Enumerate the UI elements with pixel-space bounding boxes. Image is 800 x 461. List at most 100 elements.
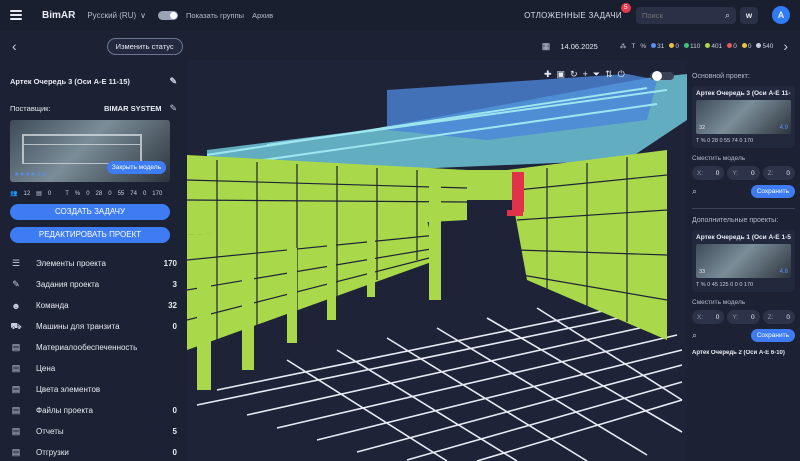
model-stats: ⁂ T % 31 0 110 401 0 0 540 [620, 42, 773, 50]
additional-project-title: Артек Очередь 1 (Оси А-Е 1-5) [696, 234, 791, 241]
document-icon: ▤ [11, 426, 21, 436]
menu-item-reports[interactable]: ▤ Отчеты 5 [10, 421, 177, 442]
menu-item-price[interactable]: ▤ Цена [10, 358, 177, 379]
filter-icon[interactable]: ⏷ [593, 69, 600, 80]
edit-icon[interactable]: ✎ [169, 76, 177, 87]
menu-item-files[interactable]: ▤ Файлы проекта 0 [10, 400, 177, 421]
rotate-icon[interactable]: ↻ [570, 69, 578, 80]
menu-item-team[interactable]: ☻ Команда 32 [10, 295, 177, 316]
deferred-tasks-link[interactable]: ОТЛОЖЕННЫЕ ЗАДАЧИ 5 [524, 2, 631, 20]
search-icon[interactable]: ⌕ [692, 330, 697, 341]
additional-project-card[interactable]: Артек Очередь 1 (Оси А-Е 1-5) 33 4.8 T %… [692, 230, 795, 292]
menu-item-colors[interactable]: ▤ Цвета элементов [10, 379, 177, 400]
shift-inputs: X: 0 Y: 0 Z: 0 [692, 166, 795, 180]
chevron-left-icon[interactable]: ‹ [12, 38, 17, 54]
truck-icon: ⛟ [10, 320, 22, 331]
floor-grid [196, 299, 683, 461]
stat-item: 31 [651, 42, 664, 50]
viewport-toggle[interactable] [650, 71, 674, 81]
supplier-value: BIMAR SYSTEM [103, 104, 162, 113]
viewport-toolbar: ✚ ▣ ↻ + ⏷ ⇅ ⏻ [544, 69, 625, 80]
main-project-score: 4.9 [779, 125, 788, 131]
create-task-button[interactable]: СОЗДАТЬ ЗАДАЧУ [10, 204, 170, 220]
t-label: T [631, 42, 636, 50]
main-project-card[interactable]: Артек Очередь 3 (Оси А-Е 11-15) 32 4.9 T… [692, 86, 795, 148]
edit-icon[interactable]: ✎ [169, 103, 177, 114]
project-title-row: Артек Очередь 3 (Оси А-Е 11-15) ✎ [10, 76, 177, 87]
stat-item: 0 [741, 42, 751, 50]
document-icon: ▤ [11, 363, 21, 373]
menu-item-transit[interactable]: ⛟ Машины для транзита 0 [10, 316, 177, 337]
main-project-label: Основной проект: [692, 73, 750, 80]
z-input[interactable]: Z: 0 [762, 310, 795, 324]
additional-project-title[interactable]: Артек Очередь 2 (Оси А-Е 6-10) [692, 350, 795, 356]
chevron-right-icon[interactable]: › [783, 38, 788, 54]
pencil-icon: ✎ [12, 279, 20, 289]
main-project-stats: T % 0 28 0 55 74 0 170 [696, 138, 754, 144]
menu-item-elements[interactable]: ☰ Элементы проекта 170 [10, 253, 177, 274]
search-icon[interactable]: ⌕ [725, 10, 730, 21]
model-thumbnail[interactable]: ★★★★ 4.9 Закрыть модель [10, 120, 170, 182]
additional-project-thumbnail: 33 4.8 [696, 244, 791, 278]
w-button[interactable]: w [740, 6, 758, 24]
right-panel: Основной проект: Артек Очередь 3 (Оси А-… [687, 68, 800, 461]
document-icon: ▤ [11, 447, 21, 457]
building-preview [22, 134, 142, 164]
sort-icon[interactable]: ⇅ [605, 69, 613, 80]
calendar-icon[interactable]: ▦ [542, 41, 551, 52]
chevron-down-icon[interactable]: ∨ [140, 11, 146, 20]
deferred-tasks-label: ОТЛОЖЕННЫЕ ЗАДАЧИ [524, 10, 622, 20]
screenshot-icon[interactable]: ▣ [557, 69, 566, 80]
stat-item: 0 [669, 42, 679, 50]
additional-project-count: 33 [699, 269, 706, 275]
stat-item: 401 [705, 42, 722, 50]
menu-icon[interactable] [10, 10, 22, 20]
app-logo[interactable]: BimAR [42, 10, 75, 21]
shift-model-label: Сместить модель [692, 155, 746, 162]
show-groups-toggle[interactable] [158, 10, 178, 20]
additional-projects-label: Дополнительные проекты: [692, 217, 779, 224]
x-input[interactable]: X: 0 [692, 310, 725, 324]
plus-icon[interactable]: + [583, 69, 588, 80]
z-input[interactable]: Z: 0 [762, 166, 795, 180]
project-menu: ☰ Элементы проекта 170 ✎ Задания проекта 3 ☻… [10, 253, 177, 461]
avatar[interactable]: A [772, 6, 790, 24]
main-project-thumbnail: 32 4.9 [696, 100, 791, 134]
additional-project-score: 4.8 [779, 269, 788, 275]
main-project-actions: ⌕ Сохранить [692, 185, 795, 198]
search-box[interactable]: ⌕ [636, 6, 736, 24]
date-label: 14.06.2025 [560, 41, 598, 51]
docs-icon: ▤ [36, 191, 42, 197]
left-panel: Артек Очередь 3 (Оси А-Е 11-15) ✎ Постав… [0, 68, 187, 461]
y-input[interactable]: Y: 0 [727, 166, 760, 180]
share-icon[interactable]: ⁂ [620, 42, 627, 50]
power-icon[interactable]: ⏻ [618, 69, 625, 80]
y-input[interactable]: Y: 0 [727, 310, 760, 324]
thumbnail-stats: 👥 12 ▤ 0 T % 0 28 0 55 74 0 170 [10, 190, 163, 198]
document-icon: ▤ [11, 342, 21, 352]
edit-project-button[interactable]: РЕДАКТИРОВАТЬ ПРОЕКТ [10, 227, 170, 243]
users-icon: 👥 [10, 191, 18, 197]
search-icon[interactable]: ⌕ [692, 186, 697, 197]
search-input[interactable] [642, 10, 712, 20]
language-select[interactable]: Русский (RU) [87, 11, 136, 20]
save-button[interactable]: Сохранить [750, 185, 795, 198]
menu-item-tasks[interactable]: ✎ Задания проекта 3 [10, 274, 177, 295]
change-status-button[interactable]: Изменить статус [106, 37, 183, 55]
deferred-count-badge: 5 [621, 2, 631, 13]
close-model-button[interactable]: Закрыть модель [106, 161, 166, 174]
model-viewport[interactable] [187, 60, 687, 461]
archive-link[interactable]: Архив [252, 11, 273, 20]
stat-item: 0 [727, 42, 737, 50]
save-button[interactable]: Сохранить [750, 329, 795, 342]
sub-bar: ‹ Изменить статус ▦ 14.06.2025 ⁂ T % 31 … [0, 33, 800, 59]
puzzle-icon[interactable]: ✚ [544, 69, 552, 80]
main-project-title: Артек Очередь 3 (Оси А-Е 11-15) [696, 90, 791, 97]
menu-item-materials[interactable]: ▤ Материалообеспеченность [10, 337, 177, 358]
rating-stars: ★★★★ 4.9 [14, 172, 46, 178]
shift-model-label: Сместить модель [692, 299, 746, 306]
menu-item-shipments[interactable]: ▤ Отгрузки 0 [10, 442, 177, 461]
stat-item: 540 [756, 42, 773, 50]
x-input[interactable]: X: 0 [692, 166, 725, 180]
divider [692, 208, 795, 209]
